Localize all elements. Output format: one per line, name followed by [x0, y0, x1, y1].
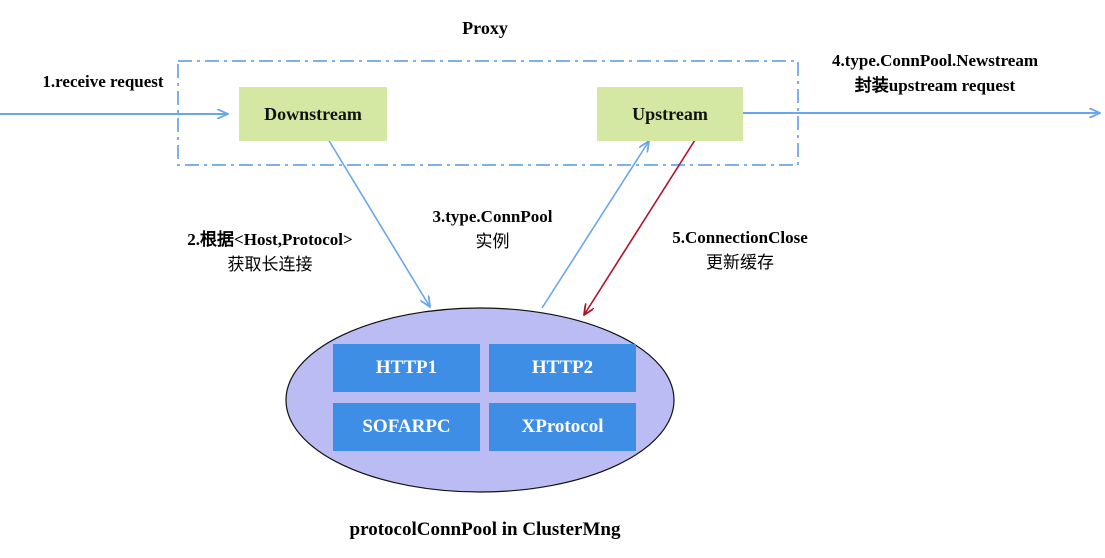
- protocol-xprotocol[interactable]: XProtocol: [489, 403, 636, 451]
- upstream-node[interactable]: Upstream: [597, 87, 743, 141]
- step-4-line1: 4.type.ConnPool.Newstream: [831, 51, 1039, 70]
- step-2-line2: 获取长连接: [227, 255, 313, 274]
- step-2-line1: 2.根据<Host,Protocol>: [187, 230, 353, 249]
- conn-pool-caption: protocolConnPool in ClusterMng: [349, 519, 621, 540]
- step-5-line2: 更新缓存: [706, 253, 774, 272]
- protocol-sofarpc[interactable]: SOFARPC: [333, 403, 480, 451]
- protocol-http1[interactable]: HTTP1: [333, 344, 480, 392]
- conn-pool-ellipse: [285, 307, 675, 493]
- downstream-node[interactable]: Downstream: [239, 87, 387, 141]
- protocol-http2[interactable]: HTTP2: [489, 344, 636, 392]
- proxy-title: Proxy: [462, 18, 508, 38]
- step-4-line2: 封装upstream request: [854, 76, 1016, 95]
- step-3-line2: 实例: [475, 232, 510, 251]
- step-3-line1: 3.type.ConnPool: [432, 207, 553, 226]
- step-5-line1: 5.ConnectionClose: [672, 228, 808, 247]
- step-1-label: 1.receive request: [42, 72, 164, 91]
